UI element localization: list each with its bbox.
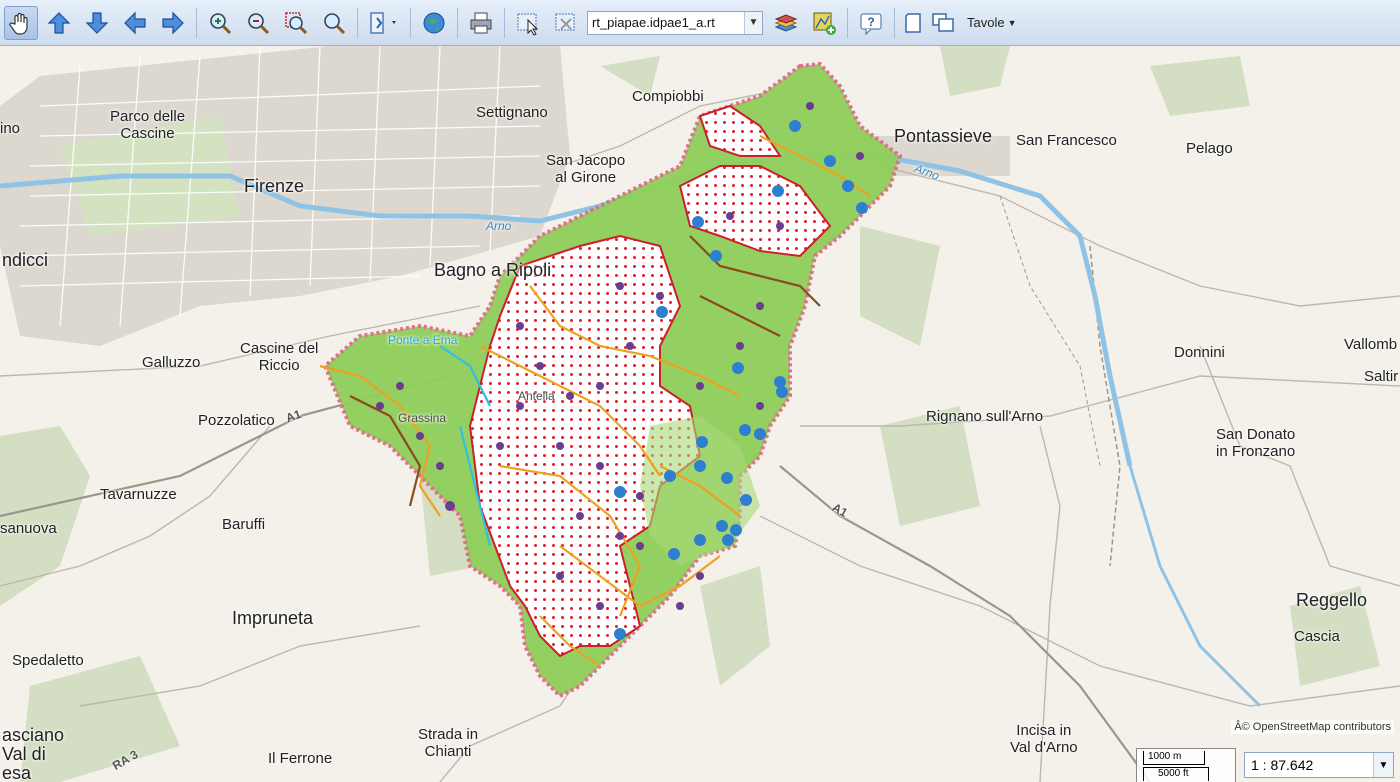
document-icon (905, 12, 921, 33)
place-label: Tavarnuzze (100, 486, 177, 503)
zoom-in-button[interactable] (203, 6, 237, 40)
caret-down-icon: ▼ (1007, 17, 1017, 28)
toolbar-separator (504, 7, 505, 38)
place-label: Galluzzo (142, 354, 201, 371)
place-label: Cascia (1294, 628, 1340, 645)
layer-select-value: rt_piapae.idpae1_a.rt (592, 15, 715, 30)
place-label: Strada in Chianti (418, 726, 479, 760)
help-button[interactable]: ? (854, 6, 888, 40)
place-label: Compiobbi (632, 88, 704, 105)
arrow-left-icon (124, 11, 146, 34)
place-label: Il Ferrone (268, 750, 333, 767)
map-canvas[interactable]: Parco delle Cascine Firenze Settignano C… (0, 46, 1400, 782)
place-label: Pozzolatico (198, 412, 275, 429)
zoom-out-button[interactable] (241, 6, 275, 40)
windows-button[interactable] (929, 6, 957, 40)
arrow-up-icon (47, 11, 71, 34)
hand-icon (9, 12, 28, 35)
place-label: Reggello (1296, 590, 1368, 610)
tavole-menu-button[interactable]: Tavole ▼ (967, 15, 1017, 30)
zoom-extent-button[interactable] (317, 6, 351, 40)
place-label: Grassina (398, 411, 447, 425)
zoom-box-button[interactable] (279, 6, 313, 40)
add-layer-button[interactable] (807, 6, 841, 40)
toolbar-separator (357, 7, 358, 38)
arrow-down-icon (85, 11, 109, 34)
toolbar-separator (410, 7, 411, 38)
pan-left-button[interactable] (118, 6, 152, 40)
place-label: Parco delle Cascine (110, 108, 186, 142)
chevron-down-icon[interactable]: ▼ (1373, 753, 1393, 777)
place-label: Donnini (1174, 344, 1225, 361)
place-label: Rignano sull'Arno (926, 408, 1044, 425)
deselect-icon (555, 13, 575, 30)
place-label: Cascine del Riccio (240, 340, 319, 374)
map-attribution[interactable]: Â© OpenStreetMap contributors (1231, 720, 1394, 734)
printer-icon (470, 12, 492, 33)
toolbar: rt_piapae.idpae1_a.rt ▼ ? Tavole ▼ (0, 0, 1400, 46)
place-label: Firenze (244, 176, 305, 196)
pan-right-button[interactable] (156, 6, 190, 40)
place-label: Vallomb (1344, 336, 1398, 353)
toolbar-separator (894, 7, 895, 38)
place-label: San Francesco (1016, 132, 1117, 149)
add-layer-icon (813, 12, 836, 35)
scale-bar-imperial: 5000 ft (1143, 767, 1209, 781)
toolbar-separator (457, 7, 458, 38)
tavole-label: Tavole (967, 15, 1005, 30)
place-label: sanuova (0, 520, 57, 537)
globe-icon (423, 12, 445, 33)
place-label: Impruneta (232, 608, 314, 628)
help-icon: ? (860, 13, 882, 35)
clear-selection-button[interactable] (549, 6, 583, 40)
select-feature-button[interactable] (511, 6, 545, 40)
river-label: Arno (486, 219, 512, 233)
place-label: Ponte a Ema (388, 333, 458, 347)
pan-up-button[interactable] (42, 6, 76, 40)
place-label: Bagno a Ripoli (434, 260, 552, 280)
identify-icon (370, 11, 396, 34)
windows-icon (932, 12, 954, 32)
pan-tool-button[interactable] (4, 5, 38, 40)
scale-select[interactable]: 1 : 87.642 ▼ (1244, 752, 1394, 778)
layer-select[interactable]: rt_piapae.idpae1_a.rt ▼ (587, 10, 763, 35)
scale-value: 1 : 87.642 (1251, 757, 1314, 773)
place-label: Pelago (1186, 140, 1233, 157)
place-label: ino (0, 120, 21, 137)
map-viewer-app: rt_piapae.idpae1_a.rt ▼ ? Tavole ▼ Parco… (0, 0, 1400, 782)
place-label: Pontassieve (894, 126, 993, 146)
place-label: Settignano (476, 104, 548, 121)
select-icon (517, 13, 539, 36)
scale-bar-metric: 1000 m (1143, 751, 1205, 765)
place-label: Baruffi (222, 516, 266, 533)
globe-button[interactable] (417, 6, 451, 40)
zoom-in-icon (210, 12, 232, 34)
zoom-box-icon (285, 11, 308, 34)
magnifier-icon (324, 12, 346, 34)
toolbar-separator (196, 7, 197, 38)
layers-icon (774, 13, 798, 32)
place-label: ndicci (2, 250, 49, 270)
arrow-right-icon (162, 11, 184, 34)
place-label: Antella (518, 389, 555, 403)
identify-button[interactable] (364, 6, 404, 40)
scale-bar: 1000 m 5000 ft (1136, 748, 1236, 782)
place-label: Spedaletto (12, 652, 84, 669)
chevron-down-icon[interactable]: ▼ (744, 11, 762, 34)
print-button[interactable] (464, 6, 498, 40)
svg-text:?: ? (867, 15, 874, 29)
place-label: San Jacopo al Girone (546, 152, 626, 186)
zoom-out-icon (248, 12, 270, 34)
pan-down-button[interactable] (80, 6, 114, 40)
layers-button[interactable] (769, 6, 803, 40)
place-label: asciano Val di esa (2, 725, 65, 782)
place-label: Incisa in Val d'Arno (1010, 722, 1078, 756)
place-label: San Donato in Fronzano (1216, 426, 1296, 460)
legend-button[interactable] (901, 6, 927, 40)
toolbar-separator (847, 7, 848, 38)
place-label: Saltir (1364, 368, 1399, 385)
